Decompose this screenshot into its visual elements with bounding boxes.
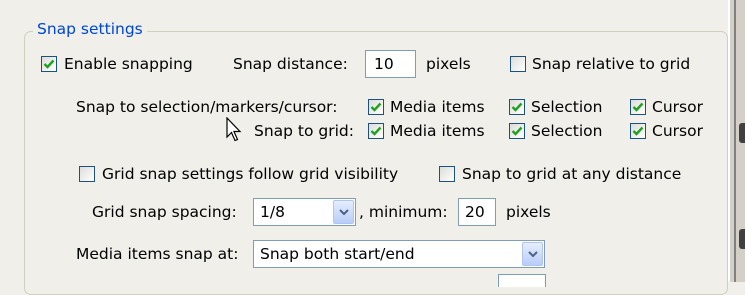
check-icon: [632, 102, 644, 112]
window-edge: [728, 0, 745, 282]
snap-grid-media-items-label[interactable]: Media items: [390, 121, 485, 141]
grid-minimum-label: , minimum:: [359, 203, 448, 221]
media-snap-at-dropdown-button[interactable]: [522, 242, 543, 266]
media-snap-at-value: Snap both start/end: [260, 245, 415, 263]
snap-selection-media-items-label[interactable]: Media items: [390, 97, 485, 117]
grid-spacing-label: Grid snap spacing:: [92, 203, 237, 221]
snap-selection-media-items-checkbox[interactable]: [368, 99, 384, 115]
snap-relative-grid-label[interactable]: Snap relative to grid: [532, 54, 690, 74]
grid-spacing-select[interactable]: 1/8: [253, 198, 356, 226]
grid-follow-visibility-checkbox[interactable]: [79, 166, 95, 182]
chevron-down-icon: [339, 209, 349, 216]
grid-minimum-input[interactable]: 20: [458, 198, 496, 226]
snap-distance-unit: pixels: [426, 55, 471, 73]
grid-spacing-dropdown-button[interactable]: [333, 200, 354, 224]
check-icon: [370, 102, 382, 112]
snap-grid-selection-label[interactable]: Selection: [531, 121, 602, 141]
snap-relative-grid-checkbox[interactable]: [510, 56, 526, 72]
snap-distance-input[interactable]: 10: [365, 50, 416, 78]
chevron-down-icon: [528, 251, 538, 258]
snap-selection-cursor-label[interactable]: Cursor: [652, 97, 703, 117]
snap-grid-media-items-checkbox[interactable]: [368, 123, 384, 139]
grid-follow-visibility-label[interactable]: Grid snap settings follow grid visibilit…: [102, 164, 398, 184]
snap-selection-selection-checkbox[interactable]: [509, 99, 525, 115]
check-icon: [511, 102, 523, 112]
snap-selection-cursor-checkbox[interactable]: [630, 99, 646, 115]
edge-handle: [739, 229, 745, 249]
snap-grid-cursor-label[interactable]: Cursor: [652, 121, 703, 141]
enable-snapping-checkbox[interactable]: [41, 56, 57, 72]
enable-snapping-label[interactable]: Enable snapping: [64, 54, 193, 74]
check-icon: [43, 59, 55, 69]
snap-grid-selection-checkbox[interactable]: [509, 123, 525, 139]
snap-any-distance-checkbox[interactable]: [439, 166, 455, 182]
groupbox-title: Snap settings: [33, 19, 147, 39]
partial-field[interactable]: [498, 274, 546, 287]
mouse-cursor-icon: [226, 117, 242, 142]
media-snap-at-label: Media items snap at:: [76, 245, 239, 263]
edge-handle: [739, 123, 745, 143]
check-icon: [370, 126, 382, 136]
snap-to-selection-label: Snap to selection/markers/cursor:: [76, 98, 338, 116]
media-snap-at-select[interactable]: Snap both start/end: [253, 240, 545, 268]
grid-spacing-value: 1/8: [260, 203, 285, 221]
snap-grid-cursor-checkbox[interactable]: [630, 123, 646, 139]
check-icon: [511, 126, 523, 136]
snap-any-distance-label[interactable]: Snap to grid at any distance: [462, 164, 681, 184]
snap-distance-label: Snap distance:: [233, 55, 348, 73]
check-icon: [632, 126, 644, 136]
grid-minimum-unit: pixels: [506, 203, 551, 221]
snap-selection-selection-label[interactable]: Selection: [531, 97, 602, 117]
snap-to-grid-label: Snap to grid:: [254, 122, 354, 140]
